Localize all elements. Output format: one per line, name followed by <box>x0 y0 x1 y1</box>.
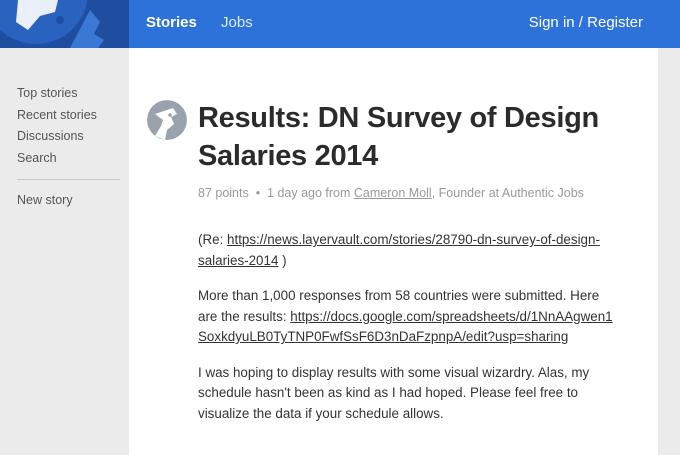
author-role: , Founder at Authentic Jobs <box>431 186 584 200</box>
body-paragraph: I was hoping to display results with som… <box>198 364 590 421</box>
sidebar-item-recent-stories[interactable]: Recent stories <box>17 108 97 122</box>
story-title: Results: DN Survey of Design Salaries 20… <box>198 102 599 172</box>
tab-jobs[interactable]: Jobs <box>221 14 253 31</box>
sidebar-divider <box>17 179 120 180</box>
author-link[interactable]: Cameron Moll <box>354 186 432 200</box>
sidebar-item-discussions[interactable]: Discussions <box>17 129 84 143</box>
logo-face-icon <box>0 0 104 48</box>
designer-news-logo[interactable] <box>0 0 129 48</box>
original-story-link[interactable]: https://news.layervault.com/stories/2879… <box>198 232 600 268</box>
auth-separator: / <box>574 14 588 31</box>
story-body: (Re: https://news.layervault.com/stories… <box>198 230 618 439</box>
sidebar-item-top-stories[interactable]: Top stories <box>17 86 77 100</box>
re-suffix: ) <box>278 252 287 268</box>
story-time: 1 day ago from <box>267 186 351 200</box>
top-nav-bar: Stories Jobs Sign in / Register <box>0 0 680 48</box>
story-points: 87 points <box>198 186 249 200</box>
story-content: Results: DN Survey of Design Salaries 20… <box>129 48 658 455</box>
tab-stories[interactable]: Stories <box>146 14 197 31</box>
avatar[interactable] <box>147 100 187 140</box>
body-paragraph: (Re: https://news.layervault.com/stories… <box>198 230 618 271</box>
sign-in-link[interactable]: Sign in <box>529 14 575 31</box>
user-avatar-icon <box>147 100 187 140</box>
meta-bullet: • <box>255 186 261 200</box>
re-prefix: (Re: <box>198 232 228 247</box>
register-link[interactable]: Register <box>587 14 643 31</box>
auth-links: Sign in / Register <box>529 14 643 31</box>
sidebar: Top stories Recent stories Discussions S… <box>0 48 129 455</box>
sidebar-item-new-story[interactable]: New story <box>17 193 73 207</box>
right-gutter <box>658 48 680 455</box>
sidebar-item-search[interactable]: Search <box>17 151 57 165</box>
body-paragraph: More than 1,000 responses from 58 countr… <box>198 286 618 348</box>
story-meta: 87 points • 1 day ago from Cameron Moll,… <box>198 186 584 200</box>
